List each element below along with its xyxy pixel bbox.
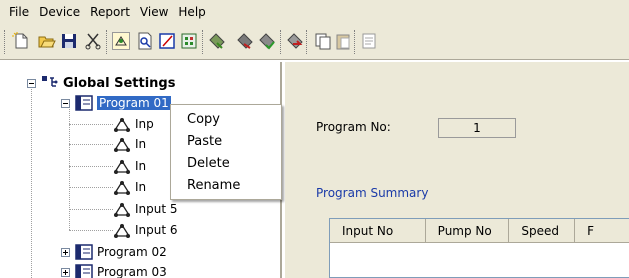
toolbar-separator	[4, 30, 5, 54]
toolbar-separator	[202, 30, 203, 54]
menu-view[interactable]: View	[135, 0, 173, 24]
tree-input-item[interactable]: Inp	[113, 115, 154, 133]
menu-file[interactable]: File	[4, 0, 34, 24]
tree-program-01-label: Program 01	[97, 96, 171, 110]
tree-connector	[69, 144, 113, 145]
tree-input-5-label: Input 5	[135, 202, 178, 216]
menu-device[interactable]: Device	[34, 0, 85, 24]
column-header-truncated[interactable]: F	[575, 219, 629, 242]
program-summary-grid[interactable]: Input No Pump No Speed F	[329, 218, 629, 278]
tree-input-6-label: Input 6	[135, 223, 178, 237]
cut-icon[interactable]	[84, 32, 102, 50]
upload-icon[interactable]	[208, 32, 226, 50]
menu-bar: File Device Report View Help	[0, 0, 629, 24]
copy-icon[interactable]	[314, 32, 332, 50]
toolbar-separator	[306, 30, 307, 54]
tree-program-01[interactable]: Program 01	[61, 94, 171, 112]
collapse-icon[interactable]	[27, 78, 36, 88]
settings-icon[interactable]	[180, 32, 198, 50]
context-copy[interactable]: Copy	[171, 109, 281, 131]
menu-report[interactable]: Report	[85, 0, 135, 24]
toolbar-separator	[106, 30, 107, 54]
column-header-input-no[interactable]: Input No	[330, 219, 426, 242]
toolbar	[0, 24, 629, 60]
save-icon[interactable]	[60, 32, 78, 50]
collapse-icon[interactable]	[61, 98, 70, 108]
toolbar-separator	[280, 30, 281, 54]
tree-connector	[69, 166, 113, 167]
tree-input-label: In	[135, 180, 147, 194]
program-summary-title: Program Summary	[316, 186, 429, 200]
program-no-field: 1	[438, 118, 516, 138]
download-icon[interactable]	[236, 32, 254, 50]
tree-connector	[69, 187, 113, 188]
input-node-icon	[113, 117, 131, 132]
properties-icon[interactable]	[360, 32, 378, 50]
details-panel: Program No: 1 Program Summary Input No P…	[285, 62, 629, 278]
tree-input-5[interactable]: Input 5	[113, 200, 178, 218]
tree-input-label: In	[135, 159, 147, 173]
tree-program-03-label: Program 03	[97, 265, 167, 278]
paste-icon[interactable]	[334, 32, 352, 50]
toolbar-separator	[354, 30, 355, 54]
input-node-icon	[113, 137, 131, 152]
tree-input-6[interactable]: Input 6	[113, 221, 178, 239]
preview-icon[interactable]	[136, 32, 154, 50]
input-node-icon	[113, 223, 131, 238]
run-icon[interactable]	[286, 32, 304, 50]
tree-connector	[69, 124, 113, 125]
open-folder-icon[interactable]	[38, 32, 56, 50]
tree-program-02-label: Program 02	[97, 245, 167, 259]
menu-help[interactable]: Help	[173, 0, 210, 24]
tree-input-label: Inp	[135, 117, 154, 131]
program-icon	[75, 264, 93, 278]
context-rename[interactable]: Rename	[171, 175, 281, 197]
grid-header: Input No Pump No Speed F	[330, 219, 629, 243]
tree-input-item[interactable]: In	[113, 157, 146, 175]
input-node-icon	[113, 159, 131, 174]
input-node-icon	[113, 180, 131, 195]
context-menu: Copy Paste Delete Rename	[170, 104, 282, 200]
program-no-label: Program No:	[316, 120, 391, 134]
context-delete[interactable]: Delete	[171, 153, 281, 175]
context-paste[interactable]: Paste	[171, 131, 281, 153]
program-icon	[75, 244, 93, 260]
expand-icon[interactable]	[61, 247, 70, 257]
tree-connector	[69, 209, 113, 210]
column-header-pump-no[interactable]: Pump No	[426, 219, 510, 242]
expand-icon[interactable]	[61, 267, 70, 277]
sync-icon[interactable]	[258, 32, 276, 50]
column-header-speed[interactable]: Speed	[509, 219, 576, 242]
edit-icon[interactable]	[158, 32, 176, 50]
tree-root-global-settings[interactable]: Global Settings	[27, 74, 175, 92]
connect-icon[interactable]	[112, 32, 130, 50]
tree-root-label: Global Settings	[63, 75, 176, 91]
tree-program-03[interactable]: Program 03	[61, 263, 167, 278]
input-node-icon	[113, 202, 131, 217]
tree-connector	[31, 82, 32, 278]
tree-program-02[interactable]: Program 02	[61, 243, 167, 261]
program-icon	[75, 95, 93, 111]
new-file-icon[interactable]	[12, 32, 30, 50]
settings-root-icon	[42, 76, 58, 87]
tree-input-item[interactable]: In	[113, 135, 146, 153]
tree-connector	[69, 230, 113, 231]
tree-input-label: In	[135, 137, 147, 151]
tree-input-item[interactable]: In	[113, 178, 146, 196]
